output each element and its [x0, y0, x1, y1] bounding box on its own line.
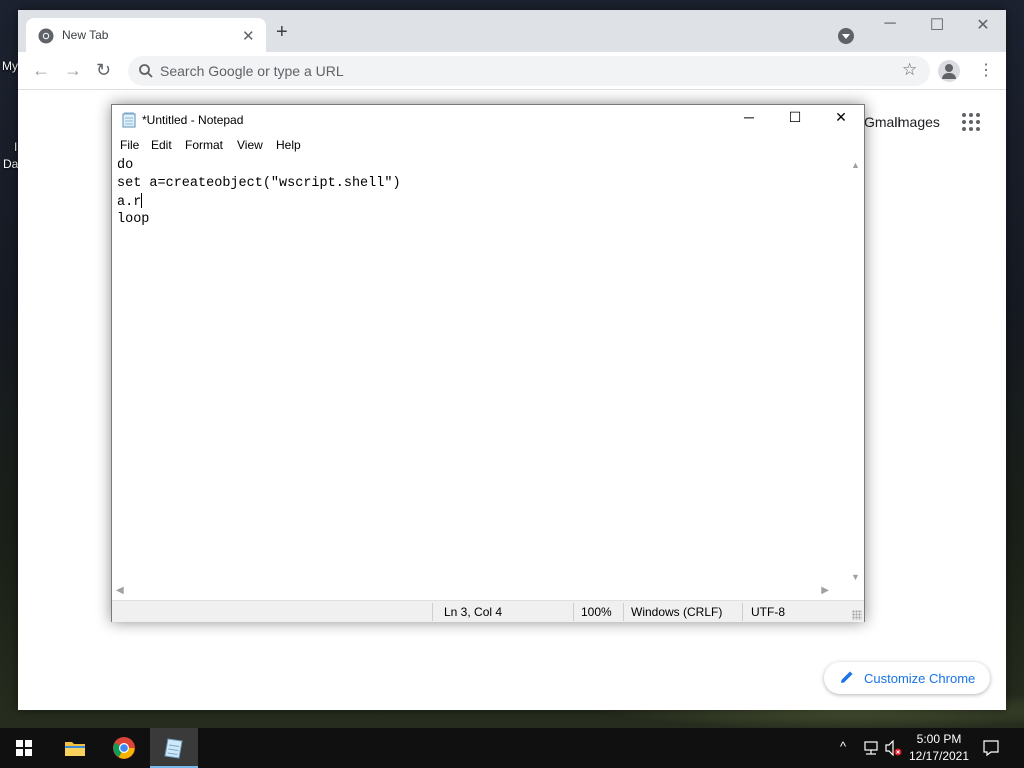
clock-date[interactable]: 12/17/2021 — [898, 749, 980, 763]
tab-new-tab[interactable]: New Tab ✕ — [26, 18, 266, 52]
file-explorer-button[interactable] — [50, 728, 98, 768]
scroll-left-icon[interactable]: ◀ — [116, 585, 124, 596]
notepad-minimize-button[interactable]: ─ — [726, 109, 772, 131]
chrome-favicon-icon — [38, 28, 54, 44]
text-line-current: a.r — [117, 193, 847, 211]
search-icon — [139, 64, 153, 78]
notepad-window: *Untitled - Notepad ─ ☐ ✕ File Edit Form… — [111, 104, 865, 622]
taskbar: ^ 5:00 PM 12/17/2021 — [0, 728, 1024, 768]
action-center-icon[interactable] — [982, 739, 1000, 757]
chrome-maximize-button[interactable]: ☐ — [922, 15, 952, 35]
tray-chevron-icon[interactable]: ^ — [840, 739, 846, 754]
menu-file[interactable]: File — [120, 138, 139, 152]
status-encoding: UTF-8 — [751, 605, 785, 619]
resize-grip[interactable] — [852, 610, 862, 620]
notepad-titlebar[interactable]: *Untitled - Notepad ─ ☐ ✕ — [112, 105, 864, 135]
horizontal-scrollbar[interactable]: ◀ ▶ — [112, 583, 847, 600]
tab-search-icon[interactable] — [838, 28, 854, 44]
bookmark-star-icon[interactable]: ☆ — [902, 60, 917, 80]
customize-chrome-label: Customize Chrome — [864, 671, 976, 686]
scroll-right-icon[interactable]: ▶ — [821, 585, 829, 596]
scroll-down-icon[interactable]: ▼ — [851, 572, 860, 582]
notepad-taskbar-icon — [164, 738, 183, 759]
notepad-title: *Untitled - Notepad — [142, 113, 244, 127]
notepad-taskbar-button[interactable] — [150, 728, 198, 768]
vertical-scrollbar[interactable]: ▲ ▼ — [847, 156, 864, 584]
start-button[interactable] — [0, 728, 48, 768]
text-line-content: a.r — [117, 195, 142, 210]
reload-button[interactable]: ↻ — [96, 60, 111, 80]
desktop-icon-label[interactable]: I — [14, 140, 17, 154]
omnibox-input[interactable] — [160, 62, 860, 80]
desktop-icon-label[interactable]: Da — [3, 157, 18, 171]
notepad-close-button[interactable]: ✕ — [818, 109, 864, 131]
scroll-up-icon[interactable]: ▲ — [851, 160, 860, 170]
notepad-maximize-button[interactable]: ☐ — [772, 109, 818, 131]
forward-button[interactable]: → — [64, 60, 82, 80]
text-line: do — [117, 158, 134, 173]
status-cursor-position: Ln 3, Col 4 — [444, 605, 503, 619]
folder-icon — [65, 742, 85, 756]
menu-edit[interactable]: Edit — [151, 138, 172, 152]
status-line-endings: Windows (CRLF) — [631, 605, 723, 619]
omnibox[interactable]: ☆ — [128, 56, 930, 86]
text-line: loop — [117, 212, 150, 227]
windows-logo-icon — [16, 740, 32, 756]
text-caret — [141, 193, 143, 208]
desktop-icon-label[interactable]: My — [2, 59, 18, 73]
new-tab-button[interactable]: + — [276, 22, 288, 42]
google-apps-icon[interactable] — [962, 113, 980, 131]
text-line: set a=createobject("wscript.shell") — [117, 176, 401, 191]
menu-view[interactable]: View — [237, 138, 263, 152]
notepad-statusbar: Ln 3, Col 4 100% Windows (CRLF) UTF-8 — [112, 600, 864, 622]
menu-help[interactable]: Help — [276, 138, 301, 152]
notepad-text-area[interactable]: do set a=createobject("wscript.shell") a… — [112, 156, 847, 584]
back-button[interactable]: ← — [32, 60, 50, 80]
chrome-close-button[interactable]: ✕ — [968, 15, 998, 35]
notepad-app-icon — [122, 112, 136, 128]
tab-title: New Tab — [62, 28, 109, 42]
chrome-toolbar: ← → ↻ ☆ ⋮ — [18, 52, 1006, 90]
menu-format[interactable]: Format — [185, 138, 223, 152]
chrome-logo-icon — [113, 737, 135, 759]
customize-chrome-button[interactable]: Customize Chrome — [824, 662, 990, 694]
chrome-menu-icon[interactable]: ⋮ — [978, 61, 994, 81]
pencil-icon — [841, 671, 853, 683]
chrome-minimize-button[interactable]: ─ — [875, 15, 905, 33]
notepad-menubar: File Edit Format View Help — [112, 135, 864, 155]
network-icon[interactable] — [862, 740, 880, 756]
clock-time[interactable]: 5:00 PM — [898, 732, 980, 746]
images-link[interactable]: Images — [894, 114, 940, 130]
profile-avatar-icon[interactable] — [938, 60, 960, 82]
status-zoom: 100% — [581, 605, 612, 619]
chrome-taskbar-button[interactable] — [100, 728, 148, 768]
chrome-tabstrip: New Tab ✕ + ─ ☐ ✕ — [18, 10, 1006, 52]
tab-close-icon[interactable]: ✕ — [242, 27, 255, 45]
